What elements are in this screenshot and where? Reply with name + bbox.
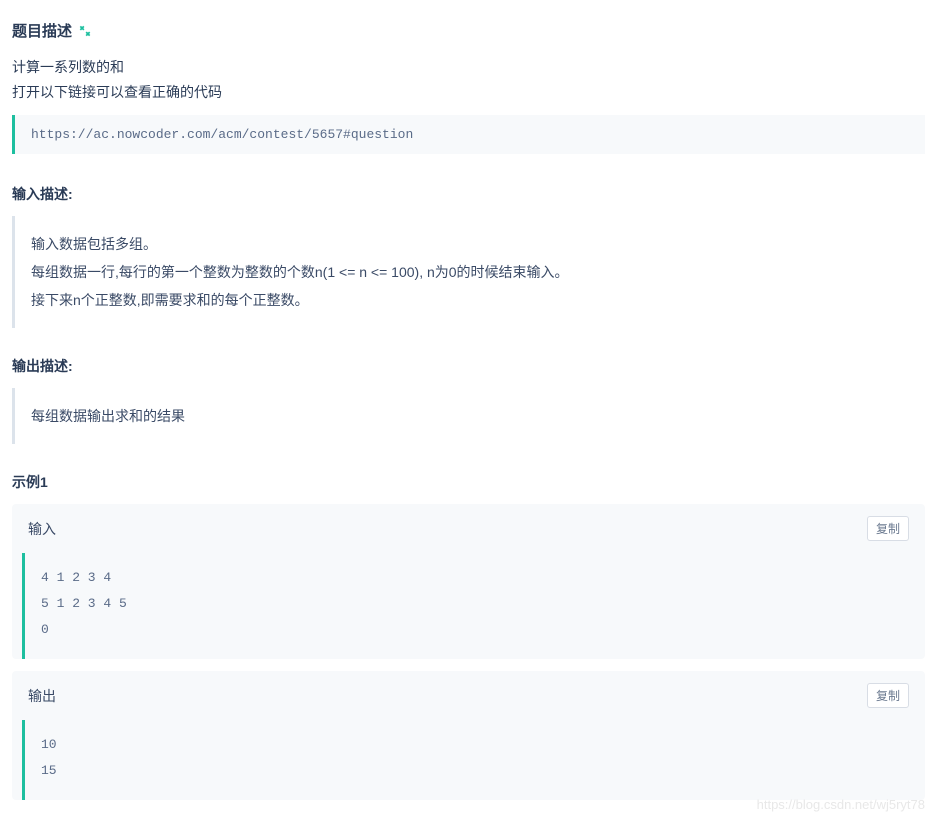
example-title: 示例1 xyxy=(12,472,925,492)
example-input-label: 输入 xyxy=(28,519,56,539)
description-block: 计算一系列数的和 打开以下链接可以查看正确的代码 xyxy=(12,55,925,105)
copy-input-button[interactable]: 复制 xyxy=(867,516,909,541)
output-desc-content: 每组数据输出求和的结果 xyxy=(31,402,909,430)
description-line-2: 打开以下链接可以查看正确的代码 xyxy=(12,80,925,105)
output-desc-title: 输出描述: xyxy=(12,356,925,376)
description-line-1: 计算一系列数的和 xyxy=(12,55,925,80)
output-desc-box: 每组数据输出求和的结果 xyxy=(12,388,925,444)
input-desc-line-1: 输入数据包括多组。 xyxy=(31,230,909,258)
input-desc-title: 输入描述: xyxy=(12,184,925,204)
expand-collapse-icon[interactable] xyxy=(78,24,92,38)
example-output-content: 10 15 xyxy=(22,720,915,800)
problem-title-text: 题目描述 xyxy=(12,20,72,41)
input-desc-line-3: 接下来n个正整数,即需要求和的每个正整数。 xyxy=(31,286,909,314)
example-output-label: 输出 xyxy=(28,686,56,706)
copy-output-button[interactable]: 复制 xyxy=(867,683,909,708)
example-output-header: 输出 复制 xyxy=(12,671,925,720)
example-input-header: 输入 复制 xyxy=(12,504,925,553)
input-desc-line-2: 每组数据一行,每行的第一个整数为整数的个数n(1 <= n <= 100), n… xyxy=(31,258,909,286)
example-input-content: 4 1 2 3 4 5 1 2 3 4 5 0 xyxy=(22,553,915,659)
example-input-panel: 输入 复制 4 1 2 3 4 5 1 2 3 4 5 0 xyxy=(12,504,925,659)
code-link-block: https://ac.nowcoder.com/acm/contest/5657… xyxy=(12,115,925,154)
example-output-panel: 输出 复制 10 15 xyxy=(12,671,925,800)
problem-title-header: 题目描述 xyxy=(12,20,925,41)
input-desc-box: 输入数据包括多组。 每组数据一行,每行的第一个整数为整数的个数n(1 <= n … xyxy=(12,216,925,328)
